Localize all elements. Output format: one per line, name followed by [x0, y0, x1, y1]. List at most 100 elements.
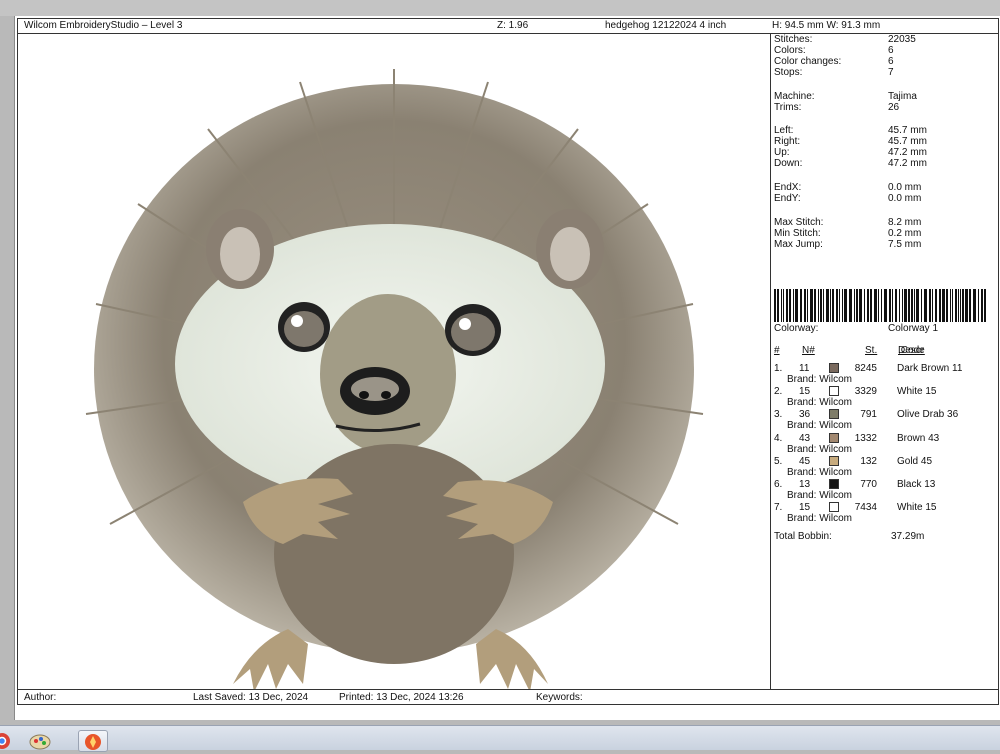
colorway-label: Colorway: [774, 323, 819, 334]
barcode [774, 289, 986, 322]
chrome-icon[interactable] [0, 730, 18, 750]
paint-icon[interactable] [26, 730, 54, 750]
total-bobbin-row: Total Bobbin: 37.29m [774, 531, 996, 543]
color-swatch [829, 502, 839, 513]
barcode-bar [849, 289, 852, 322]
stitch-count: 791 [860, 409, 877, 421]
color-index: 4. [774, 432, 783, 444]
col-stitches: St. [865, 345, 878, 356]
barcode-bar [774, 289, 776, 322]
barcode-bar [844, 289, 847, 322]
barcode-bar [916, 289, 919, 322]
stat-label: Machine: [774, 91, 815, 102]
barcode-bar [804, 289, 806, 322]
stat-row: Stops: 7 [774, 67, 996, 79]
stat-value: 47.2 mm [888, 158, 927, 169]
stat-value: 26 [888, 102, 900, 113]
color-index: 3. [774, 409, 783, 421]
color-description: Black 13 [897, 479, 936, 490]
color-row: 2. 15 3329 White 15 Brand: Wilcom [774, 385, 996, 408]
stat-label: Min Stitch: [774, 228, 821, 239]
stat-label: Max Stitch: [774, 217, 824, 228]
barcode-bar [895, 289, 897, 322]
barcode-bar [958, 289, 959, 322]
barcode-bar [783, 289, 784, 322]
color-index: 6. [774, 479, 783, 490]
barcode-bar [921, 289, 922, 322]
barcode-bar [807, 289, 808, 322]
barcode-bar [878, 289, 879, 322]
barcode-bar [795, 289, 798, 322]
color-description: Brown 43 [897, 432, 940, 444]
last-saved: Last Saved: 13 Dec, 2024 [193, 692, 309, 703]
stitch-count: 770 [860, 479, 877, 490]
stat-value: 0.0 mm [888, 182, 922, 193]
color-index: 7. [774, 502, 783, 514]
stat-row: Down: 47.2 mm [774, 158, 996, 170]
stat-label: Right: [774, 136, 801, 147]
barcode-bar [981, 289, 983, 322]
barcode-bar [914, 289, 915, 322]
color-swatch [829, 409, 839, 420]
barcode-bar [820, 289, 822, 322]
barcode-bar [839, 289, 840, 322]
barcode-bar [932, 289, 933, 322]
stat-value: 45.7 mm [888, 125, 927, 136]
stat-value: Tajima [888, 91, 917, 102]
barcode-bar [965, 289, 968, 322]
stat-row: Max Jump: 7.5 mm [774, 239, 996, 251]
hedgehog-embroidery-image [85, 69, 704, 689]
barcode-bar [777, 289, 779, 322]
stat-label: Color changes: [774, 56, 842, 67]
barcode-bar [955, 289, 957, 322]
stitch-count: 8245 [854, 363, 877, 374]
stat-label: Trims: [774, 102, 802, 113]
stitch-count: 3329 [854, 386, 877, 398]
stat-value: 8.2 mm [888, 217, 922, 228]
barcode-bar [854, 289, 855, 322]
design-filename: hedgehog 12122024 4 inch [605, 20, 727, 31]
color-swatch [829, 479, 839, 489]
design-info-panel: Stitches: 22035 Colors: 6 Color changes: 6 Sto… [771, 34, 998, 689]
barcode-bar [939, 289, 941, 322]
barcode-bar [859, 289, 862, 322]
barcode-bar [942, 289, 945, 322]
color-index: 1. [774, 363, 783, 374]
color-number: 45 [799, 455, 811, 467]
color-table-header: # N# St. Descr ,Code [774, 345, 996, 357]
stat-row: Trims: 26 [774, 102, 996, 114]
color-swatch [829, 432, 839, 443]
color-swatch [829, 386, 839, 397]
barcode-bar [810, 289, 813, 322]
left-foot [233, 629, 308, 689]
stat-label: EndX: [774, 182, 802, 193]
barcode-bar [832, 289, 834, 322]
color-number: 11 [799, 363, 810, 374]
barcode-bar [881, 289, 882, 322]
barcode-bar [978, 289, 979, 322]
design-preview [18, 34, 771, 689]
stat-label: EndY: [774, 193, 801, 204]
barcode-bar [969, 289, 971, 322]
color-row: 5. 45 132 Gold 45 Brand: Wilcom [774, 455, 996, 478]
stat-label: Down: [774, 158, 803, 169]
stat-value: 6 [888, 45, 894, 56]
color-row: 7. 15 7434 White 15 Brand: Wilcom [774, 501, 996, 524]
barcode-bar [793, 289, 794, 322]
color-number: 13 [799, 479, 811, 490]
barcode-bar [924, 289, 927, 322]
brand-label: Brand: Wilcom [787, 513, 853, 525]
stat-value: 22035 [888, 34, 916, 45]
report-frame: Wilcom EmbroideryStudio – Level 3 Z: 1.9… [17, 18, 999, 705]
stat-label: Stitches: [774, 34, 813, 45]
report-header: Wilcom EmbroideryStudio – Level 3 Z: 1.9… [18, 19, 998, 34]
brand-label: Brand: Wilcom [787, 397, 853, 409]
stat-label: Left: [774, 125, 794, 136]
barcode-bar [870, 289, 872, 322]
color-row: 6. 13 770 Black 13 Brand: Wilcom [774, 478, 996, 501]
stat-value: 0.2 mm [888, 228, 922, 239]
belly [274, 444, 514, 664]
stat-row: EndY: 0.0 mm [774, 193, 996, 205]
stat-value: 6 [888, 56, 894, 67]
barcode-bar [786, 289, 788, 322]
